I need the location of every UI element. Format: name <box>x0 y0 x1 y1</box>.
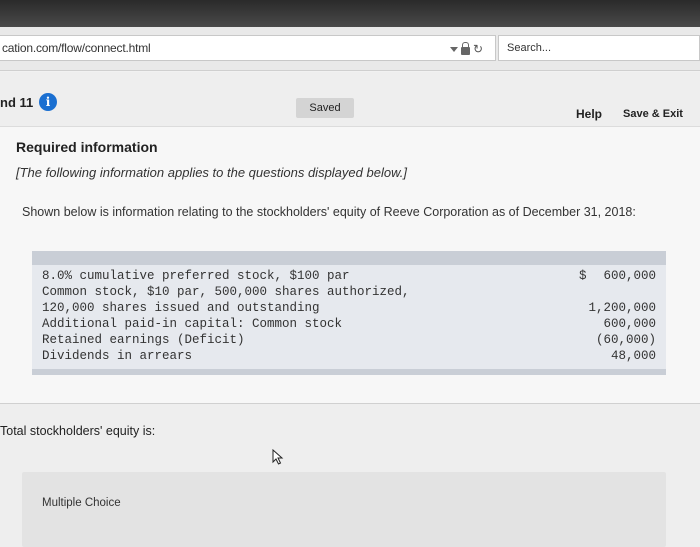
table-header-band <box>32 251 666 265</box>
url-field[interactable]: cation.com/flow/connect.html <box>0 35 496 61</box>
help-button[interactable]: Help <box>576 107 602 121</box>
table-row: Dividends in arrears 48,000 <box>32 349 666 365</box>
table-row: Retained earnings (Deficit) (60,000) <box>32 333 666 349</box>
table-row: 8.0% cumulative preferred stock, $100 pa… <box>32 269 666 285</box>
row-value: 600,000 <box>603 269 656 283</box>
table-row: 120,000 shares issued and outstanding 1,… <box>32 301 666 317</box>
row-label: 8.0% cumulative preferred stock, $100 pa… <box>42 269 350 283</box>
reload-icon[interactable]: ↻ <box>473 41 483 57</box>
row-label: 120,000 shares issued and outstanding <box>42 301 320 315</box>
card-title: Required information <box>16 139 158 155</box>
save-exit-button[interactable]: Save & Exit <box>623 108 683 120</box>
row-value: 1,200,000 <box>588 301 656 315</box>
info-icon[interactable]: i <box>39 93 57 111</box>
row-dollar: $ <box>579 269 587 283</box>
mouse-cursor-icon <box>272 449 284 465</box>
dropdown-arrow-icon[interactable] <box>450 46 458 52</box>
row-label: Additional paid-in capital: Common stock <box>42 317 343 331</box>
row-label: Dividends in arrears <box>42 349 193 363</box>
browser-toolbar: cation.com/flow/connect.html ↻ Search... <box>0 27 700 71</box>
table-row: Additional paid-in capital: Common stock… <box>32 317 666 333</box>
table-bottom-rule <box>32 369 666 375</box>
lock-icon <box>461 42 470 55</box>
question-number: nd 11 <box>0 95 34 110</box>
question-header: nd 11 i Saved Help Save & Exit <box>0 72 700 122</box>
row-label: Common stock, $10 par, 500,000 shares au… <box>42 285 410 299</box>
saved-badge: Saved <box>296 98 354 118</box>
search-input[interactable]: Search... <box>498 35 700 61</box>
stockholders-equity-table: 8.0% cumulative preferred stock, $100 pa… <box>32 251 666 375</box>
table-row: Common stock, $10 par, 500,000 shares au… <box>32 285 666 301</box>
window-top-strip <box>0 0 700 27</box>
row-value: 600,000 <box>603 317 656 331</box>
question-prompt: Total stockholders' equity is: <box>0 424 156 438</box>
page-content: nd 11 i Saved Help Save & Exit Required … <box>0 72 700 547</box>
multiple-choice-header: Multiple Choice <box>42 497 121 509</box>
row-value: 48,000 <box>610 349 656 363</box>
multiple-choice-panel: Multiple Choice <box>22 472 666 547</box>
card-note: [The following information applies to th… <box>16 165 407 180</box>
row-label: Retained earnings (Deficit) <box>42 333 245 347</box>
intro-text: Shown below is information relating to t… <box>22 205 636 219</box>
row-value: (60,000) <box>595 333 656 347</box>
required-information-card: Required information [The following info… <box>0 126 700 404</box>
url-icons: ↻ <box>450 41 483 57</box>
